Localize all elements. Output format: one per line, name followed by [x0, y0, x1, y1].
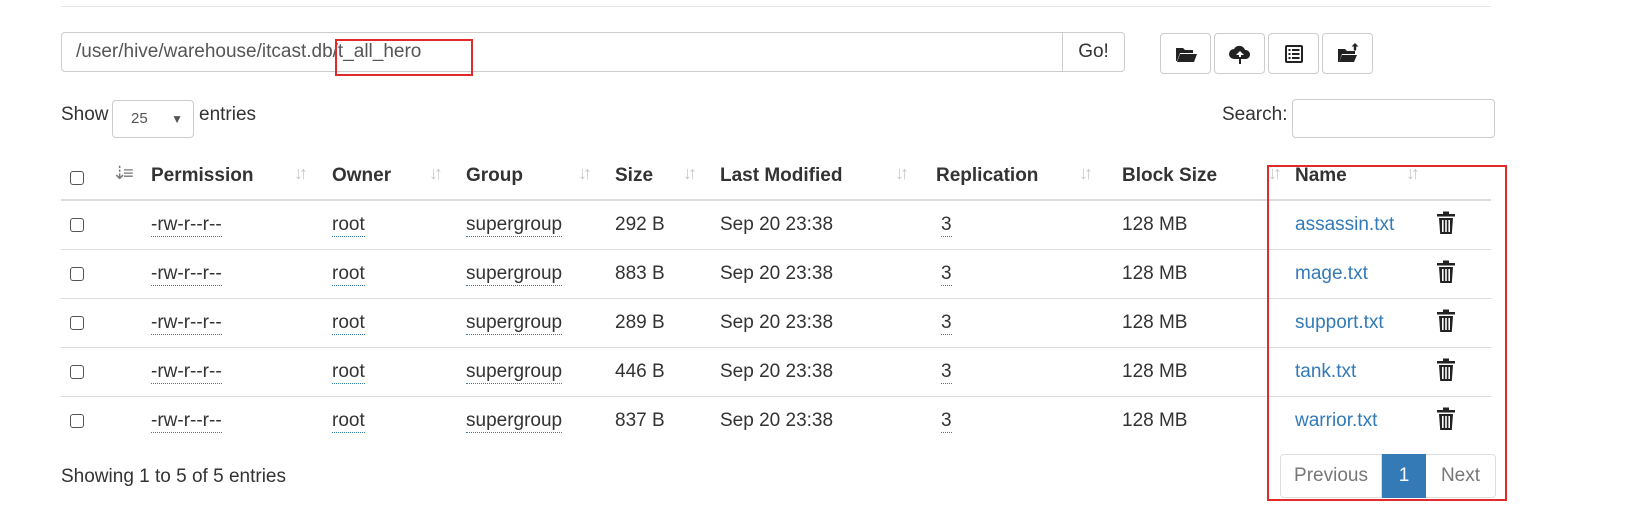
owner-link[interactable]: root — [332, 214, 365, 237]
replication-link[interactable]: 3 — [941, 410, 952, 433]
block-size-cell: 128 MB — [1122, 312, 1188, 333]
column-header-group[interactable]: Group — [466, 165, 523, 187]
group-link[interactable]: supergroup — [466, 214, 563, 237]
sort-icon[interactable]: ↓↑ — [294, 163, 308, 184]
pagination: Previous 1 Next — [1280, 454, 1496, 498]
group-link[interactable]: supergroup — [466, 312, 563, 335]
last-modified-cell: Sep 20 23:38 — [720, 410, 834, 431]
sort-icon[interactable]: ↓↑ — [429, 163, 443, 184]
permission-link[interactable]: -rw-r--r-- — [151, 263, 222, 286]
upload-file-button[interactable] — [1214, 33, 1265, 74]
next-page-button[interactable]: Next — [1426, 454, 1496, 498]
go-button[interactable]: Go! — [1062, 32, 1125, 72]
owner-link[interactable]: root — [332, 410, 365, 433]
folder-upload-icon — [1337, 42, 1358, 62]
row-checkbox[interactable] — [70, 365, 84, 379]
name-column-highlight-annotation — [1267, 165, 1507, 501]
permission-link[interactable]: -rw-r--r-- — [151, 410, 222, 433]
directory-path-input[interactable] — [61, 32, 1063, 72]
path-bar: Go! — [61, 32, 1127, 74]
permission-link[interactable]: -rw-r--r-- — [151, 312, 222, 335]
last-modified-cell: Sep 20 23:38 — [720, 214, 834, 235]
owner-link[interactable]: root — [332, 312, 365, 335]
entries-label: entries — [199, 104, 257, 125]
permission-link[interactable]: -rw-r--r-- — [151, 361, 222, 384]
select-all-checkbox[interactable] — [70, 171, 84, 185]
folder-open-icon — [1175, 47, 1197, 62]
create-directory-button[interactable] — [1160, 33, 1211, 74]
column-header-replication[interactable]: Replication — [936, 165, 1038, 187]
search-label: Search: — [1222, 104, 1288, 125]
sort-icon[interactable]: ↓↑ — [578, 163, 592, 184]
sort-icon[interactable]: ↓↑ — [1079, 163, 1093, 184]
group-link[interactable]: supergroup — [466, 263, 563, 286]
owner-link[interactable]: root — [332, 263, 365, 286]
size-cell: 446 B — [615, 361, 665, 382]
show-label: Show — [61, 104, 109, 125]
row-checkbox[interactable] — [70, 316, 84, 330]
entries-per-page-value: 25 — [131, 110, 148, 127]
group-link[interactable]: supergroup — [466, 410, 563, 433]
block-size-cell: 128 MB — [1122, 361, 1188, 382]
last-modified-cell: Sep 20 23:38 — [720, 263, 834, 284]
sort-icon[interactable]: ↓↑ — [895, 163, 909, 184]
last-modified-cell: Sep 20 23:38 — [720, 361, 834, 382]
size-cell: 883 B — [615, 263, 665, 284]
column-header-permission[interactable]: Permission — [151, 165, 253, 187]
column-header-owner[interactable]: Owner — [332, 165, 391, 187]
block-size-cell: 128 MB — [1122, 263, 1188, 284]
row-checkbox[interactable] — [70, 267, 84, 281]
size-cell: 289 B — [615, 312, 665, 333]
size-cell: 837 B — [615, 410, 665, 431]
list-view-button[interactable] — [1268, 33, 1319, 74]
owner-link[interactable]: root — [332, 361, 365, 384]
sort-icon[interactable]: ↓↑ — [683, 163, 697, 184]
previous-page-button[interactable]: Previous — [1280, 454, 1382, 498]
last-modified-cell: Sep 20 23:38 — [720, 312, 834, 333]
chevron-down-icon: ▼ — [171, 112, 183, 126]
entries-per-page-select[interactable]: 25 ▼ — [112, 100, 194, 138]
upload-directory-button[interactable] — [1322, 33, 1373, 74]
list-alt-icon — [1284, 44, 1303, 63]
block-size-cell: 128 MB — [1122, 410, 1188, 431]
block-size-cell: 128 MB — [1122, 214, 1188, 235]
cloud-upload-icon — [1228, 45, 1250, 64]
column-header-block-size[interactable]: Block Size — [1122, 165, 1217, 187]
sort-icon[interactable]: ⇣≡ — [112, 163, 134, 184]
path-highlight-annotation — [335, 39, 473, 76]
row-checkbox[interactable] — [70, 414, 84, 428]
replication-link[interactable]: 3 — [941, 361, 952, 384]
replication-link[interactable]: 3 — [941, 214, 952, 237]
replication-link[interactable]: 3 — [941, 312, 952, 335]
page-1-button[interactable]: 1 — [1382, 454, 1426, 498]
top-divider — [61, 6, 1491, 7]
group-link[interactable]: supergroup — [466, 361, 563, 384]
replication-link[interactable]: 3 — [941, 263, 952, 286]
row-checkbox[interactable] — [70, 218, 84, 232]
search-input[interactable] — [1292, 99, 1495, 138]
size-cell: 292 B — [615, 214, 665, 235]
permission-link[interactable]: -rw-r--r-- — [151, 214, 222, 237]
column-header-last-modified[interactable]: Last Modified — [720, 165, 842, 187]
column-header-size[interactable]: Size — [615, 165, 653, 187]
table-info: Showing 1 to 5 of 5 entries — [61, 466, 286, 487]
